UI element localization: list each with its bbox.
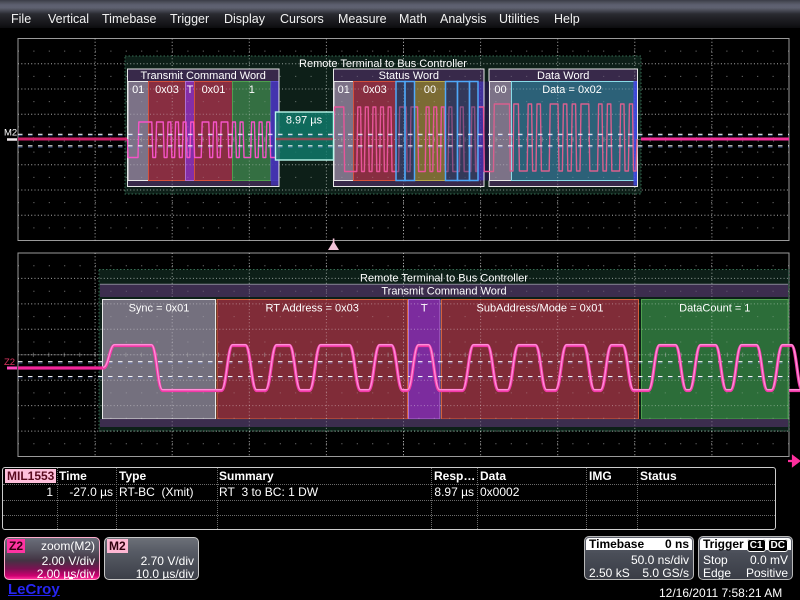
svg-text:Remote Terminal to Bus Control: Remote Terminal to Bus Controller — [299, 58, 467, 70]
svg-text:0x01: 0x01 — [202, 84, 226, 96]
svg-text:1: 1 — [249, 84, 255, 96]
svg-text:Data Word: Data Word — [537, 70, 589, 82]
svg-text:Z2: Z2 — [4, 357, 15, 368]
svg-text:0x03: 0x03 — [155, 84, 179, 96]
svg-text:01: 01 — [338, 84, 350, 96]
svg-text:Transmit Command Word: Transmit Command Word — [381, 286, 506, 298]
svg-text:M2: M2 — [4, 128, 17, 139]
svg-text:00: 00 — [494, 84, 506, 96]
svg-text:Data = 0x02: Data = 0x02 — [542, 84, 602, 96]
svg-text:8.97 µs: 8.97 µs — [286, 115, 323, 127]
svg-text:01: 01 — [132, 84, 144, 96]
svg-text:00: 00 — [424, 84, 436, 96]
svg-text:T: T — [187, 84, 194, 96]
svg-text:0x03: 0x03 — [363, 84, 387, 96]
